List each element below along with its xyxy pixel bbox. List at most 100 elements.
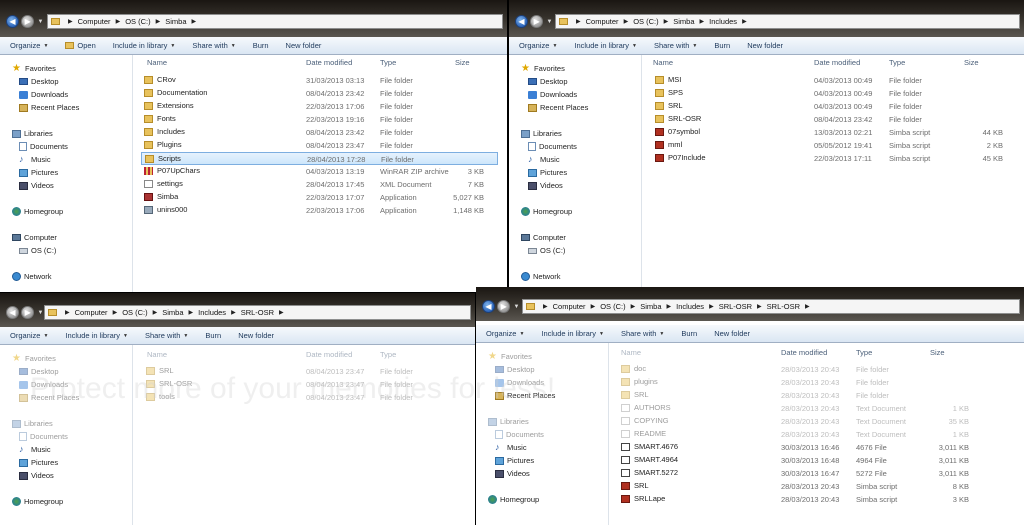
nav-music[interactable]: ♪ Music (19, 155, 51, 165)
breadcrumb-item[interactable]: Simba (162, 308, 183, 317)
chevron-right-icon[interactable]: ▶ (591, 303, 596, 310)
column-header-size[interactable]: Size (455, 58, 470, 67)
breadcrumb[interactable]: ▶ Computer ▶ OS (C:) ▶ Simba ▶ Includes ▶ (555, 14, 1020, 29)
column-header-name[interactable]: Name (621, 348, 641, 357)
breadcrumb-item[interactable]: Simba (640, 302, 661, 311)
history-dropdown-icon[interactable]: ▼ (546, 19, 552, 25)
breadcrumb-item[interactable]: Computer (78, 17, 111, 26)
nav-os-c-drive[interactable]: OS (C:) (528, 246, 565, 255)
forward-button[interactable]: ▶ (21, 15, 35, 28)
chevron-right-icon[interactable]: ▶ (805, 303, 810, 310)
nav-computer[interactable]: Computer (12, 233, 57, 242)
organize-button[interactable]: Organize ▼ (10, 41, 48, 50)
chevron-right-icon[interactable]: ▶ (279, 309, 284, 316)
new-folder-button[interactable]: New folder (238, 331, 274, 340)
file-row[interactable]: doc 28/03/2013 20:43 File folder (617, 363, 1017, 376)
chevron-right-icon[interactable]: ▶ (624, 18, 629, 25)
chevron-right-icon[interactable]: ▶ (700, 18, 705, 25)
file-row[interactable]: SMART.5272 30/03/2013 16:47 5272 File 3,011… (617, 467, 1017, 480)
nav-os-c-drive[interactable]: OS (C:) (19, 246, 56, 255)
chevron-right-icon[interactable]: ▶ (113, 309, 118, 316)
nav-recent-places[interactable]: Recent Places (19, 393, 79, 402)
nav-documents[interactable]: Documents (528, 142, 577, 151)
nav-homegroup[interactable]: Homegroup (12, 497, 63, 506)
column-header-date[interactable]: Date modified (781, 348, 827, 357)
open-button[interactable]: Open (65, 41, 96, 50)
file-row[interactable]: SRL 28/03/2013 20:43 File folder (617, 389, 1017, 402)
nav-videos[interactable]: Videos (19, 471, 54, 480)
breadcrumb-item[interactable]: OS (C:) (600, 302, 625, 311)
breadcrumb-item[interactable]: Computer (75, 308, 108, 317)
chevron-right-icon[interactable]: ▶ (757, 303, 762, 310)
organize-button[interactable]: Organize ▼ (519, 41, 557, 50)
chevron-right-icon[interactable]: ▶ (576, 18, 581, 25)
column-header-type[interactable]: Type (380, 58, 396, 67)
organize-button[interactable]: Organize ▼ (10, 331, 48, 340)
chevron-right-icon[interactable]: ▶ (231, 309, 236, 316)
nav-documents[interactable]: Documents (19, 432, 68, 441)
file-row[interactable]: README 28/03/2013 20:43 Text Document 1 KB (617, 428, 1017, 441)
file-row[interactable]: SRL-OSR 08/04/2013 23:47 File folder (141, 378, 471, 391)
nav-documents[interactable]: Documents (495, 430, 544, 439)
file-row[interactable]: COPYING 28/03/2013 20:43 Text Document 35 K… (617, 415, 1017, 428)
share-with-button[interactable]: Share with ▼ (621, 329, 664, 338)
file-row[interactable]: Includes 08/04/2013 23:42 File folder (141, 126, 498, 139)
chevron-right-icon[interactable]: ▶ (156, 18, 161, 25)
breadcrumb[interactable]: ▶ Computer ▶ OS (C:) ▶ Simba ▶ Includes ▶ SR… (44, 305, 471, 320)
file-row[interactable]: SMART.4964 30/03/2013 16:48 4964 File 3,011… (617, 454, 1017, 467)
chevron-right-icon[interactable]: ▶ (189, 309, 194, 316)
burn-button[interactable]: Burn (681, 329, 697, 338)
file-row[interactable]: P07Include 22/03/2013 17:11 Simba script 45… (650, 152, 1015, 165)
file-row[interactable]: SRL-OSR 08/04/2013 23:42 File folder (650, 113, 1015, 126)
chevron-right-icon[interactable]: ▶ (68, 18, 73, 25)
burn-button[interactable]: Burn (205, 331, 221, 340)
nav-documents[interactable]: Documents (19, 142, 68, 151)
file-row[interactable]: SRL 04/03/2013 00:49 File folder (650, 100, 1015, 113)
breadcrumb[interactable]: ▶ Computer ▶ OS (C:) ▶ Simba ▶ (47, 14, 503, 29)
nav-music[interactable]: ♪ Music (19, 445, 51, 455)
file-row[interactable]: SRL 08/04/2013 23:47 File folder (141, 365, 471, 378)
chevron-right-icon[interactable]: ▶ (116, 18, 121, 25)
breadcrumb-item[interactable]: Simba (165, 17, 186, 26)
nav-downloads[interactable]: Downloads (19, 90, 68, 99)
column-header-type[interactable]: Type (856, 348, 872, 357)
chevron-right-icon[interactable]: ▶ (192, 18, 197, 25)
nav-libraries[interactable]: Libraries (521, 129, 562, 138)
history-dropdown-icon[interactable]: ▼ (37, 19, 43, 25)
breadcrumb-item[interactable]: Simba (673, 17, 694, 26)
organize-button[interactable]: Organize ▼ (486, 329, 524, 338)
file-row[interactable]: 07symbol 13/03/2013 02:21 Simba script 44 K… (650, 126, 1015, 139)
breadcrumb-item[interactable]: Computer (553, 302, 586, 311)
new-folder-button[interactable]: New folder (747, 41, 783, 50)
nav-libraries[interactable]: Libraries (12, 419, 53, 428)
file-row[interactable]: SMART.4676 30/03/2013 16:46 4676 File 3,011… (617, 441, 1017, 454)
file-row[interactable]: CRov 31/03/2013 03:13 File folder (141, 74, 498, 87)
file-row[interactable]: mml 05/05/2012 19:41 Simba script 2 KB (650, 139, 1015, 152)
include-in-library-button[interactable]: Include in library ▼ (574, 41, 637, 50)
file-row[interactable]: Simba 22/03/2013 17:07 Application 5,027 KB (141, 191, 498, 204)
nav-music[interactable]: ♪ Music (528, 155, 560, 165)
chevron-right-icon[interactable]: ▶ (709, 303, 714, 310)
column-header-type[interactable]: Type (380, 350, 396, 359)
file-row[interactable]: P07UpChars 04/03/2013 13:19 WinRAR ZIP arc… (141, 165, 498, 178)
breadcrumb-item[interactable]: OS (C:) (633, 17, 658, 26)
back-button[interactable]: ◀ (6, 15, 19, 28)
breadcrumb-item[interactable]: Includes (198, 308, 226, 317)
file-row[interactable]: tools 08/04/2013 23:47 File folder (141, 391, 471, 404)
burn-button[interactable]: Burn (253, 41, 269, 50)
nav-homegroup[interactable]: Homegroup (521, 207, 572, 216)
file-row[interactable]: Extensions 22/03/2013 17:06 File folder (141, 100, 498, 113)
nav-downloads[interactable]: Downloads (495, 378, 544, 387)
chevron-right-icon[interactable]: ▶ (631, 303, 636, 310)
share-with-button[interactable]: Share with ▼ (654, 41, 697, 50)
file-row[interactable]: Documentation 08/04/2013 23:42 File folder (141, 87, 498, 100)
nav-pictures[interactable]: Pictures (19, 168, 58, 177)
chevron-right-icon[interactable]: ▶ (65, 309, 70, 316)
nav-videos[interactable]: Videos (19, 181, 54, 190)
back-button[interactable]: ◀ (515, 15, 528, 28)
file-row[interactable]: settings 28/04/2013 17:45 XML Document 7 KB (141, 178, 498, 191)
nav-pictures[interactable]: Pictures (495, 456, 534, 465)
new-folder-button[interactable]: New folder (286, 41, 322, 50)
breadcrumb[interactable]: ▶ Computer ▶ OS (C:) ▶ Simba ▶ Includes ▶ SR… (522, 299, 1020, 314)
chevron-right-icon[interactable]: ▶ (543, 303, 548, 310)
